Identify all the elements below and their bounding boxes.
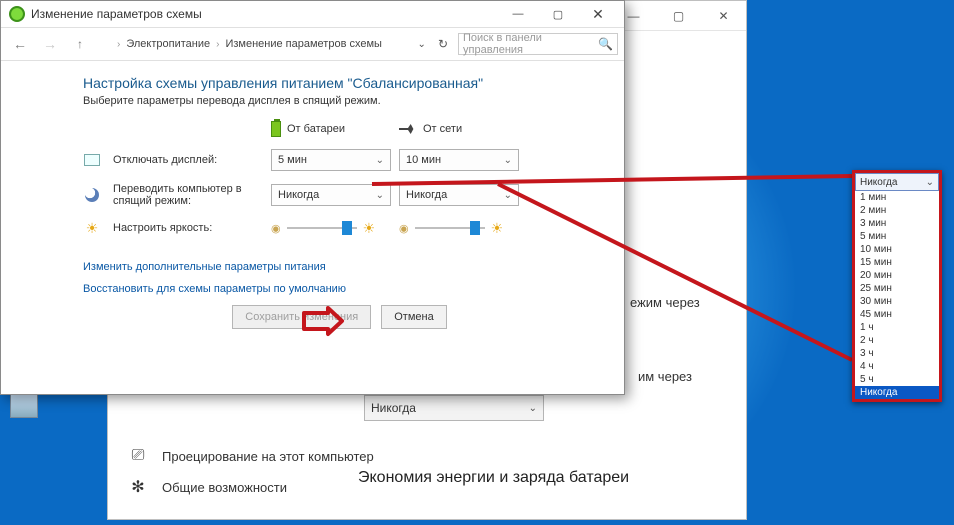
dropdown-option[interactable]: 10 мин xyxy=(855,243,939,256)
dropdown-option[interactable]: 45 мин xyxy=(855,308,939,321)
sleep-timeout-ac-dropdown[interactable]: Никогда ⌄ xyxy=(399,184,519,206)
page-heading: Настройка схемы управления питанием "Сба… xyxy=(83,75,596,91)
dropdown-value: 10 мин xyxy=(406,154,441,166)
dropdown-option[interactable]: 3 мин xyxy=(855,217,939,230)
dropdown-option-list: 1 мин2 мин3 мин5 мин10 мин15 мин20 мин25… xyxy=(855,191,939,399)
dropdown-option[interactable]: 30 мин xyxy=(855,295,939,308)
display-icon xyxy=(83,151,101,169)
dropdown-option[interactable]: 25 мин xyxy=(855,282,939,295)
display-timeout-battery-dropdown[interactable]: 5 мин ⌄ xyxy=(271,149,391,171)
row-label: Настроить яркость: xyxy=(113,222,263,234)
row-label: Переводить компьютер в спящий режим: xyxy=(113,183,263,207)
bg-dropdown[interactable]: Никогда ⌄ xyxy=(364,395,544,421)
dropdown-option[interactable]: Никогда xyxy=(855,386,939,399)
dropdown-option[interactable]: 20 мин xyxy=(855,269,939,282)
chevron-down-icon: ⌄ xyxy=(376,190,384,201)
cancel-button[interactable]: Отмена xyxy=(381,305,446,329)
back-button[interactable]: ← xyxy=(7,32,33,56)
sleep-timeout-battery-dropdown[interactable]: Никогда ⌄ xyxy=(271,184,391,206)
battery-icon xyxy=(271,121,281,137)
column-header-label: От батареи xyxy=(287,123,345,135)
chevron-down-icon[interactable]: ⌄ xyxy=(418,39,426,50)
cut-text: ежим через xyxy=(630,295,700,310)
close-button[interactable]: ✕ xyxy=(578,1,618,27)
search-placeholder: Поиск в панели управления xyxy=(463,32,598,56)
chevron-down-icon: ⌄ xyxy=(376,155,384,166)
settings-nav-label: Общие возможности xyxy=(162,480,287,495)
refresh-button[interactable]: ↻ xyxy=(432,37,454,51)
settings-nav-item[interactable]: ⎚ Проецирование на этот компьютер xyxy=(128,439,374,473)
breadcrumb[interactable]: › Электропитание › Изменение параметров … xyxy=(97,37,414,51)
projection-icon: ⎚ xyxy=(128,447,148,465)
moon-icon xyxy=(83,186,101,204)
column-header-ac: От сети xyxy=(399,123,519,135)
dim-icon: ◉ xyxy=(399,222,409,235)
breadcrumb-item[interactable]: Изменение параметров схемы xyxy=(225,38,381,50)
dropdown-value: Никогда xyxy=(278,189,319,201)
advanced-settings-link[interactable]: Изменить дополнительные параметры питани… xyxy=(83,261,596,273)
settings-section-heading: Экономия энергии и заряда батареи xyxy=(358,459,629,487)
search-input[interactable]: Поиск в панели управления 🔍 xyxy=(458,33,618,55)
dropdown-option[interactable]: 5 мин xyxy=(855,230,939,243)
chevron-right-icon: › xyxy=(117,39,120,50)
sun-icon: ☀ xyxy=(83,219,101,237)
recycle-bin-icon xyxy=(10,394,38,418)
brightness-ac-slider[interactable]: ◉ ☀ xyxy=(399,220,519,237)
annotation-arrow xyxy=(302,308,344,334)
dropdown-option[interactable]: 2 мин xyxy=(855,204,939,217)
chevron-down-icon: ⌄ xyxy=(504,155,512,166)
power-options-icon xyxy=(9,6,25,22)
dropdown-option[interactable]: 1 ч xyxy=(855,321,939,334)
column-header-label: От сети xyxy=(423,123,462,135)
control-panel-window: Изменение параметров схемы — ▢ ✕ ← → ↑ ›… xyxy=(0,0,625,395)
share-icon: ✻ xyxy=(128,477,148,497)
power-options-icon xyxy=(97,37,111,51)
display-timeout-ac-dropdown[interactable]: 10 мин ⌄ xyxy=(399,149,519,171)
chevron-right-icon: › xyxy=(216,39,219,50)
titlebar: Изменение параметров схемы — ▢ ✕ xyxy=(1,1,624,27)
column-header-battery: От батареи xyxy=(271,121,391,137)
dropdown-option[interactable]: 3 ч xyxy=(855,347,939,360)
breadcrumb-item[interactable]: Электропитание xyxy=(126,38,210,50)
nav-toolbar: ← → ↑ › Электропитание › Изменение парам… xyxy=(1,27,624,61)
dropdown-option[interactable]: 4 ч xyxy=(855,360,939,373)
window-title: Изменение параметров схемы xyxy=(31,7,202,21)
dropdown-option[interactable]: 2 ч xyxy=(855,334,939,347)
dropdown-popup-value: Никогда xyxy=(860,177,897,188)
dropdown-option[interactable]: 15 мин xyxy=(855,256,939,269)
dropdown-option[interactable]: 1 мин xyxy=(855,191,939,204)
maximize-button[interactable]: ▢ xyxy=(538,1,578,27)
chevron-down-icon: ⌄ xyxy=(529,403,537,414)
bright-icon: ☀ xyxy=(363,220,376,237)
chevron-down-icon: ⌄ xyxy=(504,190,512,201)
dropdown-value: Никогда xyxy=(406,189,447,201)
up-button[interactable]: ↑ xyxy=(67,32,93,56)
maximize-button[interactable]: ▢ xyxy=(656,1,701,30)
bright-icon: ☀ xyxy=(491,220,504,237)
search-icon: 🔍 xyxy=(598,37,613,51)
plug-icon xyxy=(399,124,417,134)
dropdown-popup: Никогда ⌄ 1 мин2 мин3 мин5 мин10 мин15 м… xyxy=(852,170,942,402)
close-button[interactable]: ✕ xyxy=(701,1,746,30)
dropdown-value: 5 мин xyxy=(278,154,307,166)
row-label: Отключать дисплей: xyxy=(113,154,263,166)
desktop-icon[interactable] xyxy=(4,394,44,420)
brightness-battery-slider[interactable]: ◉ ☀ xyxy=(271,220,391,237)
bg-dropdown-value: Никогда xyxy=(371,401,416,415)
page-subtext: Выберите параметры перевода дисплея в сп… xyxy=(83,95,596,107)
restore-defaults-link[interactable]: Восстановить для схемы параметры по умол… xyxy=(83,283,596,295)
settings-nav-label: Проецирование на этот компьютер xyxy=(162,449,374,464)
minimize-button[interactable]: — xyxy=(498,1,538,27)
chevron-down-icon: ⌄ xyxy=(926,177,934,188)
forward-button[interactable]: → xyxy=(37,32,63,56)
dropdown-popup-head[interactable]: Никогда ⌄ xyxy=(855,173,939,191)
cut-text: им через xyxy=(638,369,692,384)
settings-grid: От батареи От сети Отключать дисплей: 5 … xyxy=(83,121,596,237)
dropdown-option[interactable]: 5 ч xyxy=(855,373,939,386)
dim-icon: ◉ xyxy=(271,222,281,235)
settings-nav-item[interactable]: ✻ Общие возможности xyxy=(128,469,287,505)
